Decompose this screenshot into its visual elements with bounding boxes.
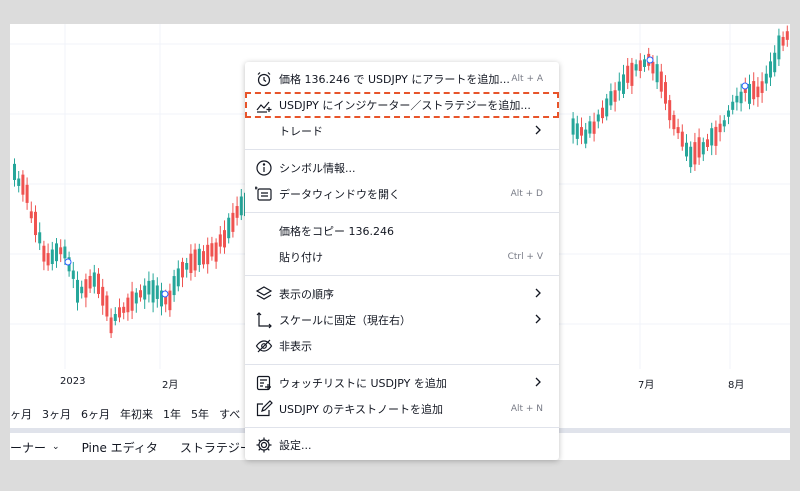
x-axis-label-2023: 2023 bbox=[60, 376, 86, 387]
menu-item-paste[interactable]: 貼り付け Ctrl + V bbox=[245, 244, 559, 270]
menu-item-data-window[interactable]: データウィンドウを開く Alt + D bbox=[245, 181, 559, 207]
chevron-right-icon bbox=[535, 377, 541, 387]
timeframe-3m[interactable]: 3ヶ月 bbox=[42, 406, 71, 422]
info-icon bbox=[256, 160, 272, 176]
alarm-add-icon bbox=[257, 72, 271, 87]
highlight-outline bbox=[245, 92, 559, 118]
menu-separator bbox=[245, 149, 559, 150]
shortcut-label: Alt + D bbox=[510, 189, 543, 199]
timeframe-bar: ヶ月 3ヶ月 6ヶ月 年初来 1年 5年 すべ bbox=[10, 404, 250, 424]
chevron-down-icon: ⌄ bbox=[52, 442, 60, 452]
menu-item-label: 設定... bbox=[279, 439, 312, 452]
shortcut-label: Ctrl + V bbox=[507, 252, 543, 262]
chart-marker bbox=[741, 82, 749, 90]
note-edit-icon bbox=[256, 400, 273, 417]
shortcut-label: Alt + N bbox=[510, 404, 543, 414]
menu-separator bbox=[245, 212, 559, 213]
timeframe-1y[interactable]: 1年 bbox=[163, 406, 181, 422]
menu-separator bbox=[245, 275, 559, 276]
shortcut-label: Alt + A bbox=[511, 74, 543, 84]
menu-item-label: データウィンドウを開く bbox=[279, 188, 400, 201]
chevron-right-icon bbox=[535, 314, 541, 324]
timeframe-1m[interactable]: ヶ月 bbox=[10, 406, 32, 422]
context-menu: 価格 136.246 で USDJPY にアラートを追加... Alt + A … bbox=[245, 62, 559, 460]
gear-icon bbox=[256, 437, 272, 453]
menu-item-label: 表示の順序 bbox=[279, 288, 334, 301]
timeframe-5y[interactable]: 5年 bbox=[191, 406, 209, 422]
chart-marker bbox=[64, 258, 72, 266]
timeframe-ytd[interactable]: 年初来 bbox=[120, 406, 153, 422]
scale-pin-icon bbox=[256, 312, 272, 329]
menu-item-visual-order[interactable]: 表示の順序 bbox=[245, 281, 559, 307]
timeframe-6m[interactable]: 6ヶ月 bbox=[81, 406, 110, 422]
tab-pine-editor[interactable]: Pine エディタ bbox=[82, 439, 158, 456]
menu-item-label: 価格 136.246 で USDJPY にアラートを追加... bbox=[279, 73, 510, 86]
menu-separator bbox=[245, 364, 559, 365]
chevron-right-icon bbox=[535, 288, 541, 298]
menu-item-label: ウォッチリストに USDJPY を追加 bbox=[279, 377, 447, 390]
menu-item-hide[interactable]: 非表示 bbox=[245, 333, 559, 359]
data-window-icon bbox=[255, 186, 272, 201]
menu-item-label: 非表示 bbox=[279, 340, 312, 353]
menu-item-label: スケールに固定（現在右） bbox=[279, 314, 411, 327]
menu-item-settings[interactable]: 設定... bbox=[245, 432, 559, 458]
menu-item-copy-price[interactable]: 価格をコピー 136.246 bbox=[245, 218, 559, 244]
menu-item-pin-to-scale[interactable]: スケールに固定（現在右） bbox=[245, 307, 559, 333]
x-axis-label-aug: 8月 bbox=[728, 380, 745, 391]
menu-item-label: 貼り付け bbox=[279, 251, 323, 264]
menu-item-add-text-note[interactable]: USDJPY のテキストノートを追加 Alt + N bbox=[245, 396, 559, 422]
tab-screener-label: ーナー bbox=[10, 440, 47, 455]
chart-marker bbox=[646, 56, 654, 64]
menu-item-trade[interactable]: トレード bbox=[245, 118, 559, 144]
eye-off-icon bbox=[255, 339, 273, 353]
menu-item-add-to-watchlist[interactable]: ウォッチリストに USDJPY を追加 bbox=[245, 370, 559, 396]
tab-screener[interactable]: ーナー ⌄ bbox=[10, 439, 60, 456]
menu-item-label: シンボル情報... bbox=[279, 162, 356, 175]
menu-item-label: USDJPY のテキストノートを追加 bbox=[279, 403, 444, 416]
x-axis-label-feb: 2月 bbox=[162, 380, 179, 391]
menu-separator bbox=[245, 427, 559, 428]
chevron-right-icon bbox=[535, 125, 541, 135]
bottom-toolbar: ーナー ⌄ Pine エディタ ストラテジー bbox=[10, 434, 274, 460]
menu-item-label: トレード bbox=[279, 125, 323, 138]
watchlist-add-icon bbox=[256, 375, 271, 391]
tab-strategy-tester[interactable]: ストラテジー bbox=[180, 439, 252, 456]
layers-icon bbox=[255, 286, 273, 300]
menu-item-add-alert[interactable]: 価格 136.246 で USDJPY にアラートを追加... Alt + A bbox=[245, 66, 559, 92]
chart-marker bbox=[161, 290, 169, 298]
menu-item-label: 価格をコピー 136.246 bbox=[279, 225, 394, 238]
menu-item-symbol-info[interactable]: シンボル情報... bbox=[245, 155, 559, 181]
x-axis-label-jul: 7月 bbox=[638, 380, 655, 391]
timeframe-all[interactable]: すべ bbox=[219, 406, 240, 422]
